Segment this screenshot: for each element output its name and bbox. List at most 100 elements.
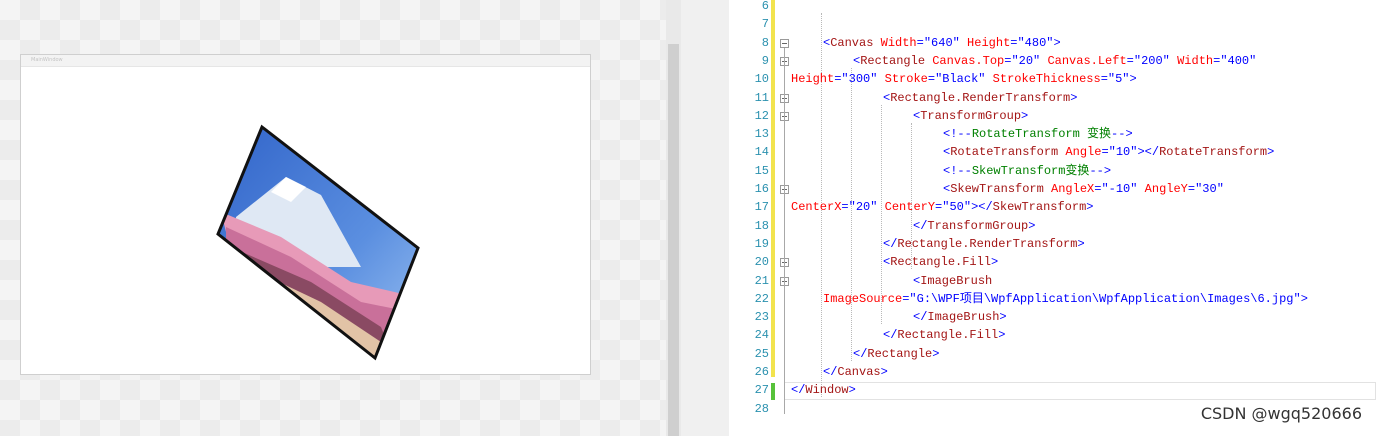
line-number: 15 bbox=[754, 163, 769, 178]
code-line: </ImageBrush> bbox=[913, 308, 1007, 326]
code-token: "300" bbox=[841, 72, 878, 87]
code-token: RotateTransform 变换 bbox=[971, 127, 1112, 142]
saved-line-indicator bbox=[771, 383, 775, 400]
line-number: 24 bbox=[754, 328, 769, 343]
code-token: Canvas bbox=[830, 35, 874, 50]
code-line: </Canvas> bbox=[823, 363, 888, 381]
modified-lines-indicator bbox=[771, 0, 775, 377]
line-number: 9 bbox=[761, 53, 769, 68]
code-token: <!-- bbox=[943, 163, 972, 178]
code-token: Width bbox=[873, 35, 917, 50]
code-token: ImageBrush bbox=[920, 273, 993, 288]
code-token: Rectangle bbox=[867, 346, 933, 361]
line-number: 14 bbox=[754, 145, 769, 160]
code-token: AngleY bbox=[1137, 182, 1188, 196]
code-token: AngleX bbox=[1043, 182, 1095, 196]
code-line: <!--RotateTransform 变换--> bbox=[943, 125, 1133, 143]
code-token: = bbox=[916, 35, 924, 50]
scrollbar-thumb[interactable] bbox=[668, 44, 679, 436]
line-number: 8 bbox=[761, 35, 769, 50]
code-token: Canvas.Left bbox=[1040, 53, 1127, 68]
code-token: CenterX bbox=[791, 200, 842, 215]
code-token: </ bbox=[883, 328, 898, 343]
code-token: = bbox=[841, 200, 849, 215]
code-token: = bbox=[1101, 145, 1109, 160]
code-token: Window bbox=[805, 383, 849, 398]
code-token: > bbox=[1077, 236, 1085, 251]
code-token: > bbox=[991, 255, 999, 270]
line-number: 20 bbox=[754, 255, 769, 270]
code-token: "20" bbox=[1011, 53, 1041, 68]
code-line: Height="300" Stroke="Black" StrokeThickn… bbox=[791, 70, 1137, 88]
code-token: Rectangle bbox=[860, 53, 926, 68]
landscape-image bbox=[218, 127, 418, 358]
code-token: "-10" bbox=[1101, 182, 1138, 196]
code-token: --> bbox=[1111, 127, 1133, 142]
code-token: > bbox=[1021, 108, 1029, 123]
code-token: "30" bbox=[1195, 182, 1224, 196]
code-token: </ bbox=[913, 310, 928, 325]
line-number: 13 bbox=[754, 127, 769, 142]
code-token: "5" bbox=[1107, 72, 1130, 87]
code-token: </ bbox=[853, 346, 868, 361]
code-token: > bbox=[1028, 218, 1036, 233]
code-token: </ bbox=[823, 365, 838, 379]
code-line: </Rectangle> bbox=[853, 345, 939, 363]
code-token: Stroke bbox=[877, 72, 928, 87]
line-number: 11 bbox=[754, 90, 769, 105]
code-token: TransformGroup bbox=[920, 108, 1022, 123]
line-number: 23 bbox=[754, 310, 769, 325]
code-token: Rectangle.RenderTransform bbox=[890, 90, 1071, 105]
designer-vertical-scrollbar[interactable] bbox=[666, 0, 681, 436]
code-token: "480" bbox=[1017, 35, 1054, 50]
code-token: RotateTransform bbox=[950, 145, 1059, 160]
code-token: SkewTransform bbox=[950, 182, 1044, 196]
code-token: Angle bbox=[1058, 145, 1102, 160]
code-token: --> bbox=[1089, 163, 1112, 178]
code-line: ImageSource="G:\WPF项目\WpfApplication\Wpf… bbox=[823, 290, 1308, 308]
line-number: 21 bbox=[754, 273, 769, 288]
code-token: Rectangle.Fill bbox=[897, 328, 999, 343]
line-number-gutter: 6 7 8 9 10 11 12 13 14 15 16 17 18 19 20 21 22 23 24 25 26 27… bbox=[729, 0, 770, 436]
code-token: "10" bbox=[1108, 145, 1138, 160]
code-token: StrokeThickness bbox=[985, 72, 1101, 87]
code-token: > bbox=[880, 365, 888, 379]
code-token: Height bbox=[959, 35, 1011, 50]
code-token: = bbox=[1126, 53, 1134, 68]
pane-splitter[interactable] bbox=[681, 0, 729, 436]
code-token: > bbox=[1086, 200, 1094, 215]
line-number: 16 bbox=[754, 182, 769, 196]
preview-canvas bbox=[21, 67, 590, 374]
collapse-toggle-icon[interactable] bbox=[780, 38, 789, 48]
code-line: <Rectangle.RenderTransform> bbox=[883, 89, 1077, 107]
code-line: </Rectangle.Fill> bbox=[883, 326, 1005, 344]
code-line: </Window> bbox=[791, 381, 856, 399]
code-token: ImageBrush bbox=[927, 310, 1000, 325]
code-line: </TransformGroup> bbox=[913, 217, 1035, 235]
fold-guide-line bbox=[784, 47, 785, 414]
line-number: 17 bbox=[754, 200, 769, 215]
xaml-code-editor[interactable]: 6 7 8 9 10 11 12 13 14 15 16 17 18 19 20 21 22 23 24 25 26 27… bbox=[729, 0, 1376, 436]
code-line: <Canvas Width="640" Height="480"> bbox=[823, 34, 1061, 52]
line-number: 18 bbox=[754, 218, 769, 233]
line-number: 6 bbox=[761, 0, 769, 13]
line-number: 28 bbox=[754, 401, 769, 416]
code-line: <Rectangle Canvas.Top="20" Canvas.Left="… bbox=[853, 52, 1256, 70]
code-token: = bbox=[1100, 72, 1108, 87]
code-line: <Rectangle.Fill> bbox=[883, 253, 998, 271]
code-token: = bbox=[1187, 182, 1196, 196]
code-token: > bbox=[1300, 291, 1308, 306]
code-token: = bbox=[927, 72, 936, 87]
skewed-image-rectangle bbox=[216, 124, 420, 361]
watermark: CSDN @wgq520666 bbox=[1200, 404, 1362, 423]
code-token: </ bbox=[791, 383, 806, 398]
preview-window-title: MainWindow bbox=[21, 55, 590, 67]
current-line-highlight bbox=[784, 382, 1376, 400]
code-token: Rectangle.RenderTransform bbox=[897, 236, 1078, 251]
code-line: <TransformGroup> bbox=[913, 107, 1028, 125]
code-token: ></ bbox=[971, 200, 993, 215]
preview-window[interactable]: MainWindow bbox=[20, 54, 591, 375]
code-token: SkewTransform bbox=[992, 200, 1087, 215]
code-token: > bbox=[1053, 35, 1061, 50]
code-line: <ImageBrush bbox=[913, 272, 992, 290]
